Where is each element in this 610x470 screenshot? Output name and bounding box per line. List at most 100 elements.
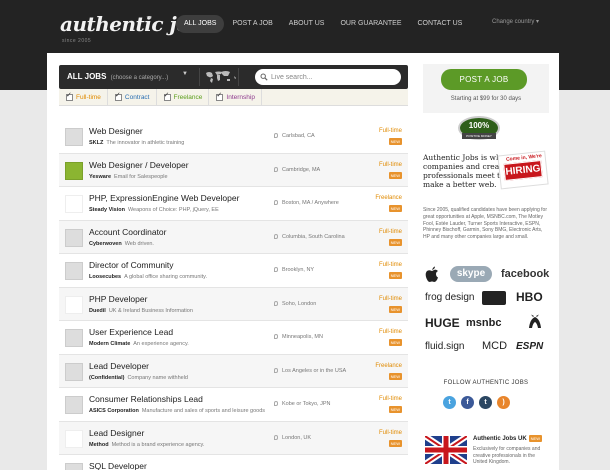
nav-contact-us[interactable]: CONTACT US	[410, 15, 471, 33]
job-type: Freelance	[375, 195, 402, 201]
nav-post-a-job[interactable]: POST A JOB	[224, 15, 280, 33]
uk-description: Exclusively for companies and creative p…	[473, 446, 541, 465]
company-tagline: Web driven.	[124, 240, 154, 247]
filter-freelance[interactable]: Freelance	[157, 89, 210, 106]
tumblr-icon[interactable]: t	[479, 396, 492, 409]
live-search-input[interactable]	[255, 69, 401, 85]
job-row[interactable]: Lead Developer (Confidential) Company name…	[59, 354, 408, 388]
job-company-line: Cyberwoven Web driven.	[89, 241, 154, 247]
new-badge: NEW	[388, 138, 402, 145]
filter-contract[interactable]: Contract	[108, 89, 157, 106]
new-badge: NEW	[528, 435, 543, 442]
apple-logo-icon	[425, 266, 438, 282]
job-row[interactable]: User Experience Lead Modern Climate An exp…	[59, 321, 408, 355]
location-pin-icon	[274, 401, 278, 407]
company-tagline: The innovator in athletic training	[106, 140, 185, 146]
post-price-text: Starting at $99 for 30 days	[450, 96, 522, 102]
job-location: Soho, London	[274, 301, 316, 307]
company-name: Cyberwoven	[89, 240, 122, 247]
clients-text: Since 2005, qualified candidates have be…	[423, 207, 547, 241]
follow-heading: FOLLOW AUTHENTIC JOBS	[443, 380, 529, 386]
checkbox-icon[interactable]	[216, 91, 224, 101]
checkbox-icon[interactable]	[66, 91, 73, 101]
job-location: Los Angeles or in the USA	[274, 368, 346, 374]
choose-category-label: (choose a category...)	[110, 75, 169, 81]
job-company-line: SKLZ The innovator in athletic training	[89, 140, 184, 146]
new-badge: NEW	[388, 171, 402, 179]
job-title[interactable]: PHP Developer	[89, 294, 147, 304]
nav-all-jobs[interactable]: ALL JOBS	[176, 15, 225, 33]
nav-about-us[interactable]: ABOUT US	[281, 15, 333, 33]
filter-internship[interactable]: Internship	[209, 89, 262, 106]
nav-our-guarantee[interactable]: OUR GUARANTEE	[332, 15, 409, 33]
logo-trademark: ™	[146, 16, 152, 22]
huge-logo: HUGE	[425, 316, 460, 330]
job-row[interactable]: Account Coordinator Cyberwoven Web driven.…	[59, 220, 408, 254]
location-pin-icon	[274, 334, 278, 340]
job-row[interactable]: Consumer Relationships Lead ASICS Corpora…	[59, 388, 408, 422]
job-title[interactable]: SQL Developer	[89, 461, 147, 470]
location-pin-icon	[274, 133, 278, 139]
all-jobs-label: ALL JOBS	[67, 72, 107, 81]
uk-flag-icon	[425, 436, 467, 464]
job-row[interactable]: PHP, ExpressionEngine Web Developer Stead…	[59, 187, 408, 221]
post-a-job-button[interactable]: POST A JOB	[441, 69, 527, 90]
new-badge: NEW	[388, 372, 402, 380]
company-tagline: Email for Salespeople	[114, 173, 168, 180]
job-title[interactable]: Lead Designer	[89, 428, 144, 438]
animal-logo-icon	[529, 314, 541, 328]
filter-label: Internship	[226, 94, 255, 101]
company-name: Duedil	[89, 307, 106, 314]
job-title[interactable]: Account Coordinator	[89, 227, 167, 237]
job-location: Kobe or Tokyo, JPN	[274, 401, 331, 407]
badge-ribbon: POSITIVE MONEY BACK GUARANTEE	[462, 133, 496, 144]
facebook-logo: facebook	[501, 268, 550, 280]
fluid-design-logo: fluid.sign	[425, 341, 465, 352]
rss-icon[interactable]: )	[497, 396, 510, 409]
new-badge: NEW	[388, 205, 402, 212]
company-name: Yesware	[89, 173, 112, 180]
company-name: Modern Climate	[89, 341, 131, 347]
change-country-dropdown[interactable]: Change country ▾	[492, 18, 539, 25]
job-location: Brooklyn, NY	[274, 267, 314, 273]
twitter-icon[interactable]: t	[443, 396, 456, 409]
job-row[interactable]: PHP Developer Duedil UK & Ireland Business…	[59, 287, 408, 321]
location-pin-icon	[274, 267, 278, 273]
chevron-down-icon[interactable]: ▼	[182, 71, 188, 77]
facebook-icon[interactable]: f	[461, 396, 474, 409]
msnbc-logo: msnbc	[466, 317, 502, 329]
job-title[interactable]: Lead Developer	[89, 361, 149, 371]
logo[interactable]: authentic jobs ™ since 2005	[60, 10, 214, 46]
job-row[interactable]: Web Designer / Developer Yesware Email for…	[59, 153, 408, 187]
job-title[interactable]: PHP, ExpressionEngine Web Developer	[89, 193, 239, 203]
category-select[interactable]: ALL JOBS (choose a category...)	[67, 72, 168, 81]
new-badge: NEW	[388, 238, 402, 246]
job-title[interactable]: Web Designer / Developer	[89, 160, 189, 170]
checkbox-icon[interactable]	[114, 91, 122, 101]
job-row[interactable]: Lead Designer Method Method is a brand exp…	[59, 421, 408, 455]
job-row[interactable]: Web Designer SKLZ The innovator in athleti…	[59, 120, 408, 154]
job-title[interactable]: User Experience Lead	[89, 327, 173, 337]
job-title[interactable]: Consumer Relationships Lead	[89, 394, 203, 404]
job-title[interactable]: Web Designer	[89, 126, 143, 136]
checkbox-icon[interactable]	[163, 91, 171, 101]
new-badge: NEW	[388, 339, 402, 346]
location-text: Brooklyn, NY	[282, 267, 315, 273]
job-company-line: Duedil UK & Ireland Business Information	[89, 308, 193, 314]
main-nav: ALL JOBS POST A JOB ABOUT US OUR GUARANT…	[176, 15, 470, 33]
job-row[interactable]: SQL Developer	[59, 455, 408, 470]
company-tagline: A global office sharing community.	[124, 274, 208, 280]
job-type: Full-time	[378, 262, 402, 268]
job-title[interactable]: Director of Community	[89, 260, 174, 270]
brand-logo-black-box	[482, 291, 506, 305]
job-type: Full-time	[378, 329, 402, 335]
company-tagline: Manufacture and sales of sports and leis…	[141, 408, 266, 414]
company-tagline: An experience agency.	[133, 341, 189, 347]
job-row[interactable]: Director of Community Loosecubes A global …	[59, 254, 408, 288]
location-text: Minneapolis, MN	[282, 334, 323, 340]
world-map-icon[interactable]	[199, 68, 239, 86]
company-tagline: Company name withheld	[127, 374, 188, 381]
filter-full-time[interactable]: Full-time	[59, 89, 108, 106]
uk-promo[interactable]: Authentic Jobs UK NEW Exclusively for com…	[423, 432, 549, 470]
job-type: Full-time	[378, 228, 402, 235]
